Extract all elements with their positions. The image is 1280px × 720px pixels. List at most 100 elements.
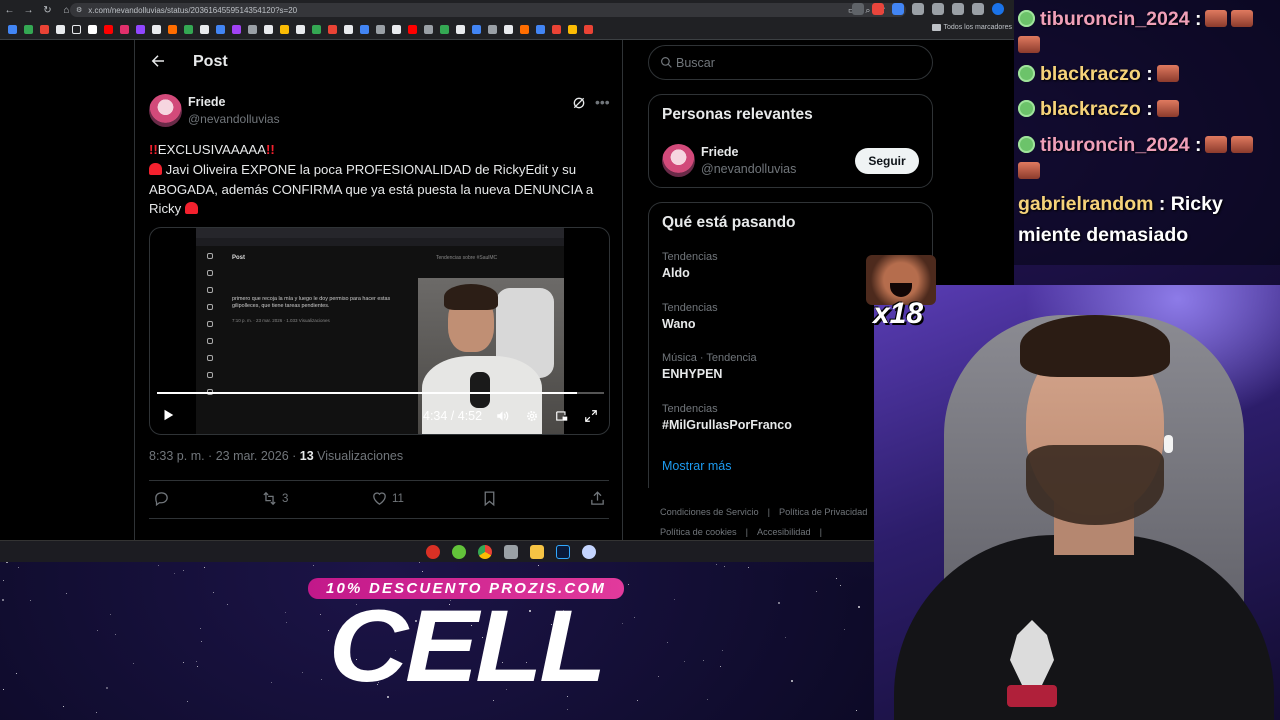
bookmark-icon[interactable] bbox=[568, 25, 577, 34]
bookmark-icon[interactable] bbox=[488, 25, 497, 34]
url-field[interactable]: ⚙ x.com/nevandolluvias/status/2036164559… bbox=[70, 3, 906, 17]
person-handle[interactable]: @nevandolluvias bbox=[701, 162, 796, 176]
post-timestamp[interactable]: 8:33 p. m. · 23 mar. 2026 · bbox=[149, 449, 300, 463]
bookmark-icon[interactable] bbox=[472, 25, 481, 34]
trend-name: #MilGrullasPorFranco bbox=[662, 418, 792, 432]
taskbar-app-icon[interactable] bbox=[582, 545, 596, 559]
back-arrow-icon[interactable] bbox=[149, 52, 167, 70]
reload-icon[interactable]: ↻ bbox=[38, 5, 57, 16]
bookmark-icon[interactable] bbox=[584, 25, 593, 34]
bookmark-icon[interactable] bbox=[520, 25, 529, 34]
bookmark-icon[interactable] bbox=[168, 25, 177, 34]
chrome-icon[interactable] bbox=[478, 545, 492, 559]
more-options-icon[interactable]: ••• bbox=[595, 94, 610, 110]
like-button[interactable]: 11 bbox=[371, 490, 404, 507]
bookmark-icon[interactable] bbox=[24, 25, 33, 34]
bookmark-icon[interactable] bbox=[440, 25, 449, 34]
bookmark-icon[interactable] bbox=[216, 25, 225, 34]
bookmark-icon[interactable] bbox=[264, 25, 273, 34]
reply-button[interactable] bbox=[153, 490, 170, 507]
bookmark-icon[interactable] bbox=[88, 25, 97, 34]
bookmark-button[interactable] bbox=[481, 490, 498, 507]
bookmark-icon[interactable] bbox=[184, 25, 193, 34]
taskbar-app-icon[interactable] bbox=[504, 545, 518, 559]
trend-item[interactable]: Tendencias #MilGrullasPorFranco bbox=[662, 403, 792, 432]
downloads-icon[interactable] bbox=[972, 3, 984, 15]
share-button[interactable] bbox=[589, 490, 606, 507]
bookmark-icon[interactable] bbox=[280, 25, 289, 34]
show-more-link[interactable]: Mostrar más bbox=[662, 459, 731, 473]
folder-icon[interactable] bbox=[530, 545, 544, 559]
grok-icon[interactable] bbox=[571, 95, 587, 111]
back-nav-icon[interactable]: ← bbox=[0, 5, 19, 16]
trend-item[interactable]: Tendencias Aldo bbox=[662, 251, 718, 280]
trend-item[interactable]: Tendencias Wano bbox=[662, 302, 718, 331]
extension-icon[interactable] bbox=[892, 3, 904, 15]
bookmark-icon[interactable] bbox=[408, 25, 417, 34]
bookmark-icon[interactable] bbox=[376, 25, 385, 34]
taskbar-app-icon[interactable] bbox=[426, 545, 440, 559]
author-handle[interactable]: @nevandolluvias bbox=[188, 112, 280, 126]
tweet-body: Javi Oliveira EXPONE la poca PROFESIONAL… bbox=[149, 161, 594, 217]
bookmark-icon[interactable] bbox=[120, 25, 129, 34]
extension-icon[interactable] bbox=[852, 3, 864, 15]
trend-item[interactable]: Música · Tendencia ENHYPEN bbox=[662, 352, 757, 381]
extension-icon[interactable] bbox=[872, 3, 884, 15]
follow-button[interactable]: Seguir bbox=[855, 148, 919, 174]
bookmark-icon[interactable] bbox=[328, 25, 337, 34]
bookmark-icon[interactable] bbox=[536, 25, 545, 34]
bookmark-icon[interactable] bbox=[424, 25, 433, 34]
author-name[interactable]: Friede bbox=[188, 95, 226, 109]
bookmark-icon[interactable] bbox=[296, 25, 305, 34]
video-progress-bar[interactable] bbox=[157, 392, 604, 394]
media-icon[interactable] bbox=[952, 3, 964, 15]
extension-icon[interactable] bbox=[912, 3, 924, 15]
search-input[interactable]: Buscar bbox=[648, 45, 933, 80]
bookmark-icon[interactable] bbox=[136, 25, 145, 34]
bookmark-icon[interactable] bbox=[248, 25, 257, 34]
bookmark-icon[interactable] bbox=[200, 25, 209, 34]
volume-icon[interactable] bbox=[495, 409, 510, 423]
bookmark-icon[interactable] bbox=[152, 25, 161, 34]
bookmark-icon[interactable] bbox=[72, 25, 81, 34]
bookmark-icon[interactable] bbox=[504, 25, 513, 34]
video-player[interactable]: Post Tendencias sobre #SaulMC primero qu… bbox=[149, 227, 610, 435]
bookmark-icon[interactable] bbox=[456, 25, 465, 34]
forward-nav-icon[interactable]: → bbox=[19, 5, 38, 16]
terms-link[interactable]: Condiciones de Servicio bbox=[660, 507, 759, 517]
search-placeholder: Buscar bbox=[676, 56, 715, 70]
settings-gear-icon[interactable] bbox=[525, 409, 539, 423]
cookies-link[interactable]: Política de cookies bbox=[660, 527, 737, 537]
avatar[interactable] bbox=[662, 144, 695, 177]
chat-username: gabrielrandom bbox=[1018, 193, 1154, 215]
extensions-puzzle-icon[interactable] bbox=[932, 3, 944, 15]
bookmark-icon[interactable] bbox=[56, 25, 65, 34]
bookmark-icon[interactable] bbox=[104, 25, 113, 34]
bookmark-icon[interactable] bbox=[552, 25, 561, 34]
bookmark-icon[interactable] bbox=[232, 25, 241, 34]
page-title: Post bbox=[193, 53, 228, 70]
all-bookmarks-folder[interactable]: Todos los marcadores bbox=[931, 24, 1012, 31]
site-info-icon[interactable]: ⚙ bbox=[76, 6, 82, 14]
privacy-link[interactable]: Política de Privacidad bbox=[779, 507, 867, 517]
bookmark-icon[interactable] bbox=[40, 25, 49, 34]
fullscreen-icon[interactable] bbox=[584, 409, 598, 423]
bookmark-icon[interactable] bbox=[312, 25, 321, 34]
bookmark-icon[interactable] bbox=[344, 25, 353, 34]
person-name[interactable]: Friede bbox=[701, 145, 739, 159]
picture-in-picture-icon[interactable] bbox=[555, 409, 569, 423]
photoshop-icon[interactable] bbox=[556, 545, 570, 559]
chat-badge-icon bbox=[1018, 65, 1035, 82]
taskbar-app-icon[interactable] bbox=[452, 545, 466, 559]
panel-title: Qué está pasando bbox=[662, 214, 796, 231]
bookmark-icon[interactable] bbox=[392, 25, 401, 34]
accessibility-link[interactable]: Accesibilidad bbox=[757, 527, 811, 537]
play-icon[interactable] bbox=[161, 408, 175, 422]
author-avatar[interactable] bbox=[149, 94, 182, 127]
profile-avatar[interactable] bbox=[992, 3, 1004, 15]
star bbox=[703, 660, 704, 661]
repost-button[interactable]: 3 bbox=[261, 490, 288, 507]
emote-icon bbox=[1018, 162, 1040, 179]
bookmark-icon[interactable] bbox=[8, 25, 17, 34]
bookmark-icon[interactable] bbox=[360, 25, 369, 34]
